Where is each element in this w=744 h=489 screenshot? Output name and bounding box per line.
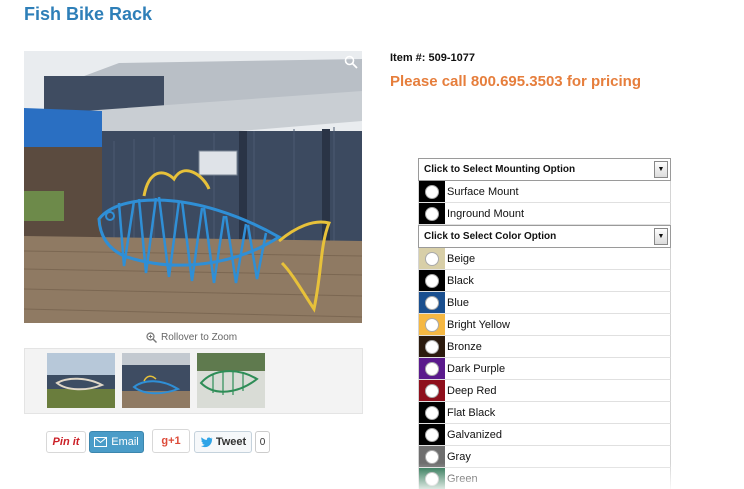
rollover-label: Rollover to Zoom bbox=[161, 332, 238, 343]
color-option[interactable]: Galvanized bbox=[418, 424, 671, 446]
product-main-image[interactable] bbox=[24, 51, 362, 323]
color-option-label: Deep Red bbox=[447, 384, 497, 397]
color-swatch bbox=[419, 358, 445, 379]
mounting-option[interactable]: Surface Mount bbox=[418, 181, 671, 203]
thumbnail-3[interactable] bbox=[197, 353, 265, 408]
pricing-text: Please call 800.695.3503 for pricing bbox=[390, 73, 641, 90]
thumbnail-strip bbox=[24, 348, 363, 414]
tweet-button[interactable]: Tweet bbox=[194, 431, 252, 453]
product-title: Fish Bike Rack bbox=[24, 4, 153, 24]
radio-button[interactable] bbox=[425, 471, 439, 486]
pinit-button[interactable]: Pin it bbox=[46, 431, 86, 453]
color-option-label: Black bbox=[447, 274, 474, 287]
radio-button[interactable] bbox=[425, 206, 439, 221]
color-option[interactable]: Dark Purple bbox=[418, 358, 671, 380]
color-option[interactable]: Blue bbox=[418, 292, 671, 314]
product-options: Click to Select Mounting Option ▼ Surfac… bbox=[418, 158, 671, 489]
color-swatch bbox=[419, 270, 445, 291]
radio-button[interactable] bbox=[425, 449, 439, 464]
color-option[interactable]: Flat Black bbox=[418, 402, 671, 424]
chevron-down-icon: ▼ bbox=[654, 161, 668, 178]
color-option-list: Beige Black Blue Bright Yellow Bronze Dark Pu… bbox=[418, 248, 671, 489]
mounting-select-label: Click to Select Mounting Option bbox=[424, 164, 576, 175]
product-photo bbox=[24, 51, 362, 323]
color-swatch bbox=[419, 446, 445, 467]
magnifier-icon bbox=[146, 332, 157, 343]
mounting-swatch bbox=[419, 203, 445, 224]
color-option-label: Dark Purple bbox=[447, 362, 506, 375]
radio-button[interactable] bbox=[425, 339, 439, 354]
color-option-label: Gray bbox=[447, 450, 471, 463]
color-option[interactable]: Bronze bbox=[418, 336, 671, 358]
color-select-label: Click to Select Color Option bbox=[424, 231, 557, 242]
color-swatch bbox=[419, 424, 445, 445]
envelope-icon bbox=[94, 437, 108, 447]
radio-button[interactable] bbox=[425, 295, 439, 310]
mounting-option-select[interactable]: Click to Select Mounting Option ▼ bbox=[418, 158, 671, 181]
color-option-label: Bright Yellow bbox=[447, 318, 510, 331]
radio-button[interactable] bbox=[425, 361, 439, 376]
radio-button[interactable] bbox=[425, 383, 439, 398]
rollover-to-zoom: Rollover to Zoom bbox=[146, 332, 237, 343]
color-swatch bbox=[419, 248, 445, 269]
radio-button[interactable] bbox=[425, 427, 439, 442]
color-option-label: Flat Black bbox=[447, 406, 496, 419]
color-option-label: Beige bbox=[447, 252, 476, 265]
color-option[interactable]: Beige bbox=[418, 248, 671, 270]
tweet-count: 0 bbox=[255, 431, 270, 453]
tweet-label: Tweet bbox=[215, 436, 247, 448]
color-option[interactable]: Deep Red bbox=[418, 380, 671, 402]
color-swatch bbox=[419, 314, 445, 335]
radio-button[interactable] bbox=[425, 184, 439, 199]
color-option-label: Green bbox=[447, 472, 478, 485]
email-button[interactable]: Email bbox=[89, 431, 144, 453]
radio-button[interactable] bbox=[425, 405, 439, 420]
color-swatch bbox=[419, 468, 445, 489]
chevron-down-icon: ▼ bbox=[654, 228, 668, 245]
color-swatch bbox=[419, 402, 445, 423]
thumbnail-2[interactable] bbox=[122, 353, 190, 408]
color-option[interactable]: Bright Yellow bbox=[418, 314, 671, 336]
color-option-label: Galvanized bbox=[447, 428, 503, 441]
color-swatch bbox=[419, 336, 445, 357]
color-option-label: Blue bbox=[447, 296, 470, 309]
color-swatch bbox=[419, 380, 445, 401]
color-option-label: Bronze bbox=[447, 340, 482, 353]
zoom-magnifier-icon[interactable] bbox=[344, 55, 358, 69]
color-option[interactable]: Black bbox=[418, 270, 671, 292]
mounting-option-label: Inground Mount bbox=[447, 207, 525, 220]
radio-button[interactable] bbox=[425, 251, 439, 266]
radio-button[interactable] bbox=[425, 273, 439, 288]
mounting-swatch bbox=[419, 181, 445, 202]
twitter-bird-icon bbox=[200, 436, 213, 447]
color-option-select[interactable]: Click to Select Color Option ▼ bbox=[418, 225, 671, 248]
color-option[interactable]: Green bbox=[418, 468, 671, 489]
item-number: Item #: 509-1077 bbox=[390, 52, 475, 64]
mounting-option[interactable]: Inground Mount bbox=[418, 203, 671, 225]
color-swatch bbox=[419, 292, 445, 313]
radio-button[interactable] bbox=[425, 317, 439, 332]
color-option[interactable]: Gray bbox=[418, 446, 671, 468]
mounting-option-list: Surface Mount Inground Mount bbox=[418, 181, 671, 225]
mounting-option-label: Surface Mount bbox=[447, 185, 519, 198]
google-plus-button[interactable]: g+1 bbox=[152, 429, 190, 453]
thumbnail-1[interactable] bbox=[47, 353, 115, 408]
email-label: Email bbox=[111, 436, 139, 448]
